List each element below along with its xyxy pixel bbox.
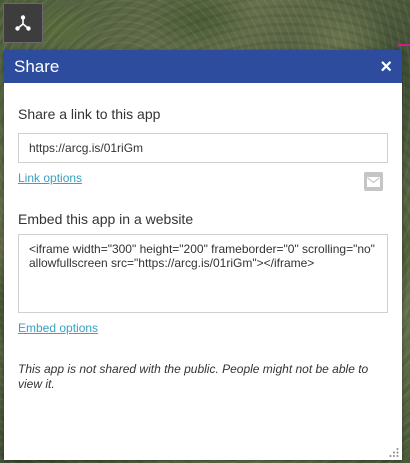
embed-options-link[interactable]: Embed options [18,321,98,335]
panel-body: Share a link to this app https://arcg.is… [4,106,402,392]
share-panel: Share × Share a link to this app https:/… [4,50,402,460]
panel-title: Share [14,56,60,76]
share-link-field[interactable]: https://arcg.is/01riGm [18,133,388,163]
embed-options-row: Embed options [18,319,388,337]
map-feature-line [398,44,410,46]
link-section-heading: Share a link to this app [18,106,161,122]
share-toggle-button[interactable] [3,3,43,43]
link-options-row: Link options [18,169,388,193]
share-icon [15,15,31,31]
resize-grip-icon[interactable] [389,447,399,457]
embed-code-field[interactable]: <iframe width="300" height="200" framebo… [18,234,388,313]
sharing-notice: This app is not shared with the public. … [18,362,369,391]
link-options-link[interactable]: Link options [18,171,82,185]
panel-header: Share × [4,50,402,83]
email-icon[interactable] [364,172,383,191]
embed-section-heading: Embed this app in a website [18,211,194,227]
close-icon[interactable]: × [380,57,392,77]
